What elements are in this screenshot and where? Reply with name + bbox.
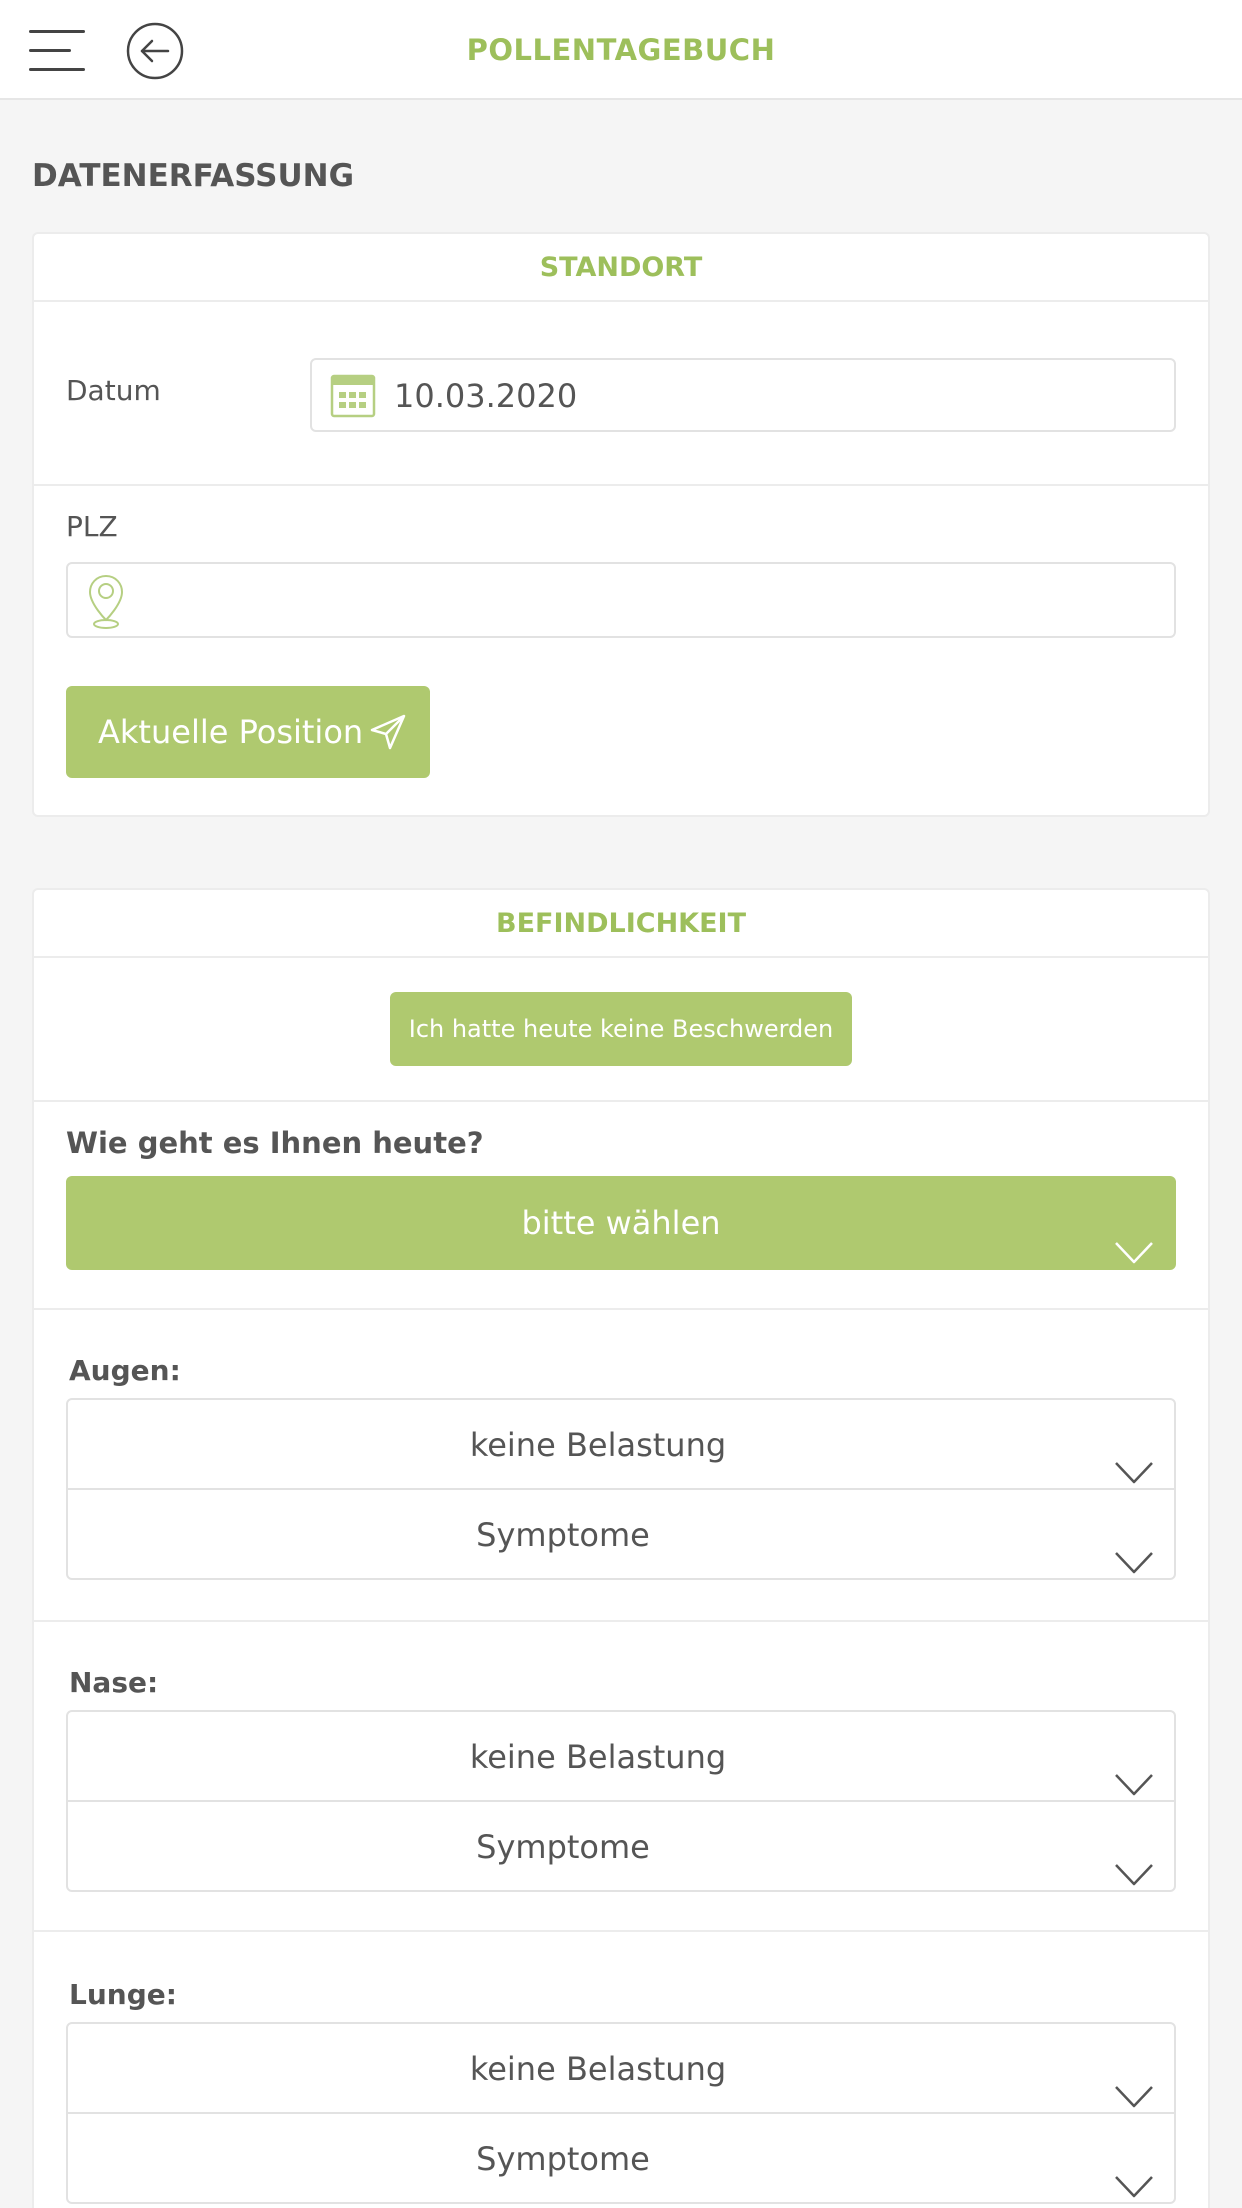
mood-select[interactable]: bitte wählen <box>66 1176 1176 1270</box>
section-label-augen: Augen: <box>69 1354 181 1387</box>
no-complaints-button[interactable]: Ich hatte heute keine Beschwerden <box>390 992 852 1066</box>
chevron-down-icon <box>1114 1208 1154 1302</box>
standort-title: STANDORT <box>34 234 1208 302</box>
chevron-down-icon <box>1114 1520 1154 1610</box>
lunge-severity-select[interactable]: keine Belastung <box>68 2024 1174 2114</box>
befindlichkeit-title: BEFINDLICHKEIT <box>34 890 1208 958</box>
lunge-selects: keine Belastung Symptome <box>66 2022 1176 2204</box>
divider <box>34 1308 1208 1310</box>
chevron-down-icon <box>1114 1832 1154 1922</box>
page-title: DATENERFASSUNG <box>32 158 355 194</box>
lunge-symptoms-select[interactable]: Symptome <box>68 2114 1174 2204</box>
current-position-label: Aktuelle Position <box>98 713 364 751</box>
app-title: POLLENTAGEBUCH <box>466 33 776 67</box>
nase-selects: keine Belastung Symptome <box>66 1710 1176 1892</box>
select-value: Symptome <box>476 2140 650 2178</box>
location-pin-icon <box>86 572 126 636</box>
date-value: 10.03.2020 <box>394 377 578 415</box>
section-label-lunge: Lunge: <box>69 1978 177 2011</box>
plz-field[interactable] <box>66 562 1176 638</box>
select-value: Symptome <box>476 1828 650 1866</box>
mood-select-value: bitte wählen <box>521 1204 721 1242</box>
select-value: keine Belastung <box>469 1738 727 1776</box>
plz-label: PLZ <box>66 510 118 543</box>
chevron-down-icon <box>1114 2144 1154 2208</box>
standort-card: STANDORT Datum 10.03.2020 PLZ Aktuelle P… <box>32 232 1210 817</box>
nase-symptoms-select[interactable]: Symptome <box>68 1802 1174 1892</box>
select-value: keine Belastung <box>469 2050 727 2088</box>
divider <box>34 1100 1208 1102</box>
calendar-icon <box>330 374 376 422</box>
mood-question: Wie geht es Ihnen heute? <box>66 1126 484 1160</box>
divider <box>34 1620 1208 1622</box>
befindlichkeit-card: BEFINDLICHKEIT Ich hatte heute keine Bes… <box>32 888 1210 2208</box>
augen-severity-select[interactable]: keine Belastung <box>68 1400 1174 1490</box>
menu-icon[interactable] <box>29 30 85 72</box>
date-label: Datum <box>66 374 161 407</box>
divider <box>34 1930 1208 1932</box>
divider <box>34 484 1208 486</box>
date-field[interactable]: 10.03.2020 <box>310 358 1176 432</box>
section-label-nase: Nase: <box>69 1666 159 1699</box>
augen-symptoms-select[interactable]: Symptome <box>68 1490 1174 1580</box>
app-header: POLLENTAGEBUCH <box>0 0 1242 100</box>
current-position-button[interactable]: Aktuelle Position <box>66 686 430 778</box>
send-icon <box>368 712 408 760</box>
augen-selects: keine Belastung Symptome <box>66 1398 1176 1580</box>
nase-severity-select[interactable]: keine Belastung <box>68 1712 1174 1802</box>
select-value: keine Belastung <box>469 1426 727 1464</box>
back-arrow-icon[interactable] <box>126 22 184 80</box>
select-value: Symptome <box>476 1516 650 1554</box>
